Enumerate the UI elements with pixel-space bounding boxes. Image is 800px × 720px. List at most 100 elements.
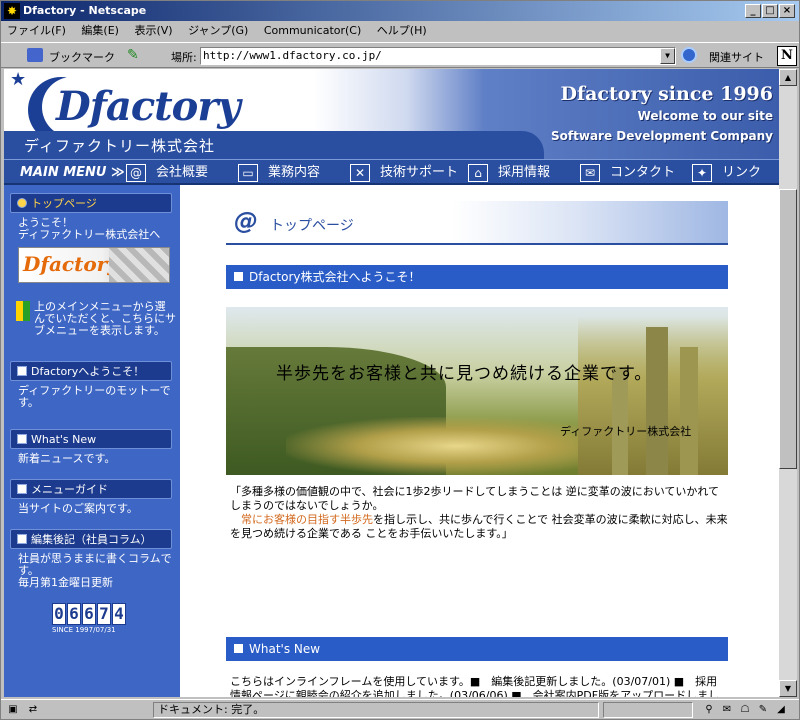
access-counter: 06674 SINCE 1997/07/31 [52,603,127,634]
sidebar-text-guide: 上のメインメニューから選んでいただくと、こちらにサブメニューを表示します。 [34,300,177,337]
menu-view[interactable]: 表示(V) [134,24,172,37]
url-input[interactable]: http://www1.dfactory.co.jp/ ▼ [200,47,676,65]
status-bar: ▣ ⇄ ドキュメント: 完了。 ⚲ ✉ ☖ ✎ ◢ [1,699,799,719]
at-icon: @ [234,207,258,235]
netscape-n-logo: N [777,46,797,66]
welcome-text: Welcome to our site [637,109,773,123]
square-icon [17,366,27,376]
sidebar-head-news[interactable]: What's New [10,429,172,449]
quote-line1: 「多種多様の価値観の中で、社会に1歩2歩リードしてしまうことは 逆に変革の波にお… [230,485,720,512]
security-lock-icon[interactable]: ▣ [5,703,21,717]
menu-contact-label: コンタクト [610,165,676,180]
location-label: 場所: [171,51,197,64]
logo-star-icon: ★ [10,69,27,90]
scroll-up-arrow-icon[interactable]: ▲ [779,69,797,86]
sidebar-head-welcome[interactable]: Dfactoryへようこそ！ [10,361,172,381]
minimize-button[interactable]: _ [745,4,761,18]
mail-icon[interactable]: ✉ [719,703,735,717]
menu-links[interactable]: ✦ リンク [692,163,761,183]
counter-since: SINCE 1997/07/31 [52,626,116,634]
menu-links-label: リンク [722,165,762,180]
menu-support[interactable]: ✕ 技術サポート [350,163,458,183]
square-icon [17,484,27,494]
square-icon [234,644,243,653]
netscape-star-icon: ✸ [4,3,20,19]
menu-go[interactable]: ジャンプ(G) [188,24,248,37]
counter-digit: 0 [52,603,66,625]
welcome-bar: Dfactory株式会社へようこそ！ [226,265,728,289]
sidebar-head-top[interactable]: トップページ [10,193,172,213]
bookmark-icon[interactable] [27,48,43,62]
counter-digit: 7 [97,603,111,625]
banner-logo: Dfactory [23,252,119,276]
sidebar-head-guide[interactable]: メニューガイド [10,479,172,499]
menu-recruit-label: 採用情報 [498,165,551,180]
keyboard-image [109,248,169,282]
menu-recruit[interactable]: ⌂ 採用情報 [468,163,550,183]
sidebar-banner[interactable]: Dfactory [18,247,170,283]
bookmarks-button[interactable]: ブックマーク [49,49,115,65]
menu-company[interactable]: @ 会社概要 [126,163,208,183]
news-iframe[interactable]: こちらはインラインフレームを使用しています。■ 編集後記更新しました。(03/0… [230,675,728,697]
sidebar-text-welcome: ディファクトリーのモットーです。 [18,384,171,409]
counter-digit: 6 [82,603,96,625]
related-sites-icon[interactable] [681,47,697,63]
window-title: Dfactory - Netscape [23,4,147,17]
hero-building [646,327,668,475]
sidebar-head-column[interactable]: 編集後記（社員コラム） [10,529,172,549]
square-icon [17,534,27,544]
menu-business-label: 業務内容 [268,165,321,180]
url-dropdown-arrow-icon[interactable]: ▼ [660,48,675,64]
counter-digit: 4 [112,603,126,625]
sidebar-head-column-label: 編集後記（社員コラム） [31,533,152,546]
menu-help[interactable]: ヘルプ(H) [377,24,427,37]
motto-quote: 「多種多様の価値観の中で、社会に1歩2歩リードしてしまうことは 逆に変革の波にお… [230,485,728,541]
home-icon [17,198,27,208]
discussion-icon[interactable]: ☖ [737,703,753,717]
square-icon [17,434,27,444]
status-message: ドキュメント: 完了。 [153,702,599,718]
sidebar-head-top-label: トップページ [31,197,97,210]
menu-file[interactable]: ファイル(F) [7,24,66,37]
scroll-down-arrow-icon[interactable]: ▼ [779,680,797,697]
menu-company-label: 会社概要 [156,165,209,180]
welcome-bar-label: Dfactory株式会社へようこそ！ [249,270,421,284]
resize-grip-icon[interactable]: ◢ [773,703,789,717]
url-text: http://www1.dfactory.co.jp/ [203,49,382,62]
sidebar: トップページ ようこそ！ ディファクトリー株式会社へ Dfactory 上のメイ… [4,185,180,697]
maximize-button[interactable]: □ [762,4,778,18]
beginner-mark-icon [16,301,30,321]
related-sites-button[interactable]: 関連サイト [709,49,764,65]
location-icon[interactable]: ✎ [127,47,139,63]
sidebar-head-welcome-label: Dfactoryへようこそ！ [31,365,145,378]
tools-icon: ✕ [350,163,370,182]
navigator-icon[interactable]: ⚲ [701,703,717,717]
quote-highlight: 常にお客様の目指す半歩先 [241,513,373,526]
sidebar-head-news-label: What's New [31,433,97,446]
menu-contact[interactable]: ✉ コンタクト [580,163,675,183]
company-name: ディファクトリー株式会社 [24,137,215,155]
vertical-scrollbar[interactable]: ▲ ▼ [779,69,797,697]
page-viewport: ★ Dfactory ディファクトリー株式会社 Dfactory since 1… [4,69,779,697]
hero-image: 半歩先をお客様と共に見つめ続ける企業です。 ディファクトリー株式会社 [226,307,728,475]
mail-icon: ✉ [580,163,600,182]
menu-business[interactable]: ▭ 業務内容 [238,163,320,183]
since-text: Dfactory since 1996 [560,83,773,105]
counter-digit: 6 [67,603,81,625]
browser-window: ✸ Dfactory - Netscape _ □ × ファイル(F) 編集(E… [0,0,800,720]
sidebar-head-guide-label: メニューガイド [31,483,108,496]
menu-edit[interactable]: 編集(E) [81,24,119,37]
menu-communicator[interactable]: Communicator(C) [264,24,361,37]
news-bar: What's New [226,637,728,661]
main-menu: MAIN MENU ≫ @ 会社概要 ▭ 業務内容 ✕ 技術サポート ⌂ 採用情報 ✉ コ… [4,159,779,185]
monitor-icon: ▭ [238,163,258,182]
sidebar-text-top: ようこそ！ ディファクトリー株式会社へ [18,216,161,241]
close-button[interactable]: × [779,4,795,18]
composer-icon[interactable]: ✎ [755,703,771,717]
news-bar-label: What's New [249,642,321,656]
menu-support-label: 技術サポート [380,165,459,180]
scroll-thumb[interactable] [779,189,797,469]
site-logo[interactable]: Dfactory [56,83,241,130]
location-toolbar: ブックマーク ✎ 場所: http://www1.dfactory.co.jp/… [1,42,799,68]
hero-signature: ディファクトリー株式会社 [560,425,692,438]
